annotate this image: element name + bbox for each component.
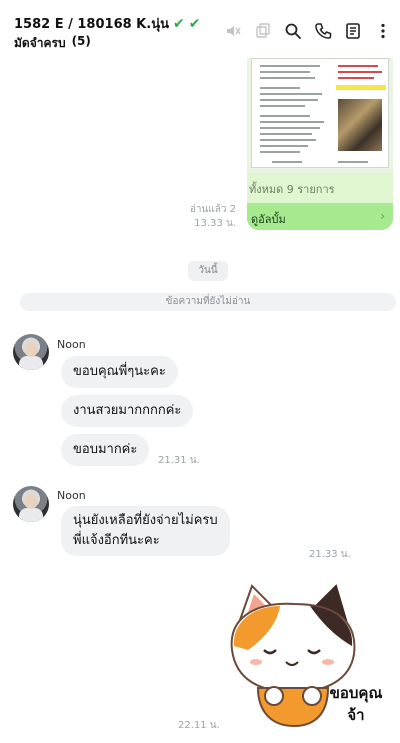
avatar[interactable] [13, 486, 49, 522]
message-bubble[interactable]: ขอบมากค่ะ [61, 434, 150, 466]
member-count: (5) [71, 34, 91, 48]
avatar[interactable] [13, 334, 49, 370]
sender-name: Noon [57, 489, 86, 502]
message-time: 21.33 น. [309, 549, 351, 560]
sticker-text: ขอบคุณ จ้า [316, 682, 396, 726]
album-item-count: ทั้งหมด 9 รายการ [247, 173, 393, 203]
view-album-button[interactable]: ดูอัลบั้ม › [247, 203, 393, 230]
chat-title-text: 1582 E / 180168 K.นุ่น [14, 17, 169, 32]
cat-sticker[interactable]: ขอบคุณ จ้า [218, 580, 396, 730]
message-line: พี่แจ้งอีกทีนะคะ [73, 533, 160, 548]
message-bubble[interactable]: นุ่นยังเหลือที่ยังจ่ายไม่ครบ พี่แจ้งอีกท… [61, 506, 230, 556]
header-toolbar [224, 22, 392, 40]
message-bubble[interactable]: ขอบคุณพี่ๆนะคะ [61, 356, 178, 388]
message-line: นุ่นยังเหลือที่ยังจ่ายไม่ครบ [73, 513, 218, 528]
album-preview-image[interactable] [247, 58, 393, 173]
chevron-right-icon: › [380, 209, 385, 223]
check-icon: ✔ [188, 15, 201, 32]
read-status: อ่านแล้ว 2 [189, 204, 236, 215]
sticker-line: จ้า [347, 706, 365, 724]
speaker-muted-icon[interactable] [224, 22, 242, 40]
album-card[interactable]: ทั้งหมด 9 รายการ ดูอัลบั้ม › [247, 58, 393, 230]
view-album-label: ดูอัลบั้ม [251, 213, 286, 226]
message-time: 13.33 น. [194, 218, 236, 229]
message-bubble[interactable]: งานสวยมากกกกค่ะ [61, 395, 194, 427]
document-thumbnail [251, 58, 389, 168]
phone-icon[interactable] [314, 22, 332, 40]
message-time: 21.31 น. [158, 455, 200, 466]
check-icon: ✔ [172, 15, 185, 32]
sticker-line: ขอบคุณ [329, 684, 383, 702]
date-separator: วันนี้ [188, 261, 228, 281]
more-icon[interactable] [374, 22, 392, 40]
chat-title[interactable]: 1582 E / 180168 K.นุ่น ✔ ✔ [14, 13, 200, 34]
subtitle-text: มัดจำครบ [14, 36, 66, 50]
notes-icon[interactable] [344, 22, 362, 40]
message-time: 22.11 น. [178, 720, 220, 731]
chat-header: 1582 E / 180168 K.นุ่น ✔ ✔ มัดจำครบ (5) [0, 0, 400, 58]
chat-subtitle: มัดจำครบ (5) [14, 34, 91, 53]
copy-icon[interactable] [254, 22, 272, 40]
read-receipt: อ่านแล้ว 2 13.33 น. [190, 203, 236, 231]
unread-separator: ข้อความที่ยังไม่อ่าน [20, 293, 396, 311]
search-icon[interactable] [284, 22, 302, 40]
sender-name: Noon [57, 338, 86, 351]
